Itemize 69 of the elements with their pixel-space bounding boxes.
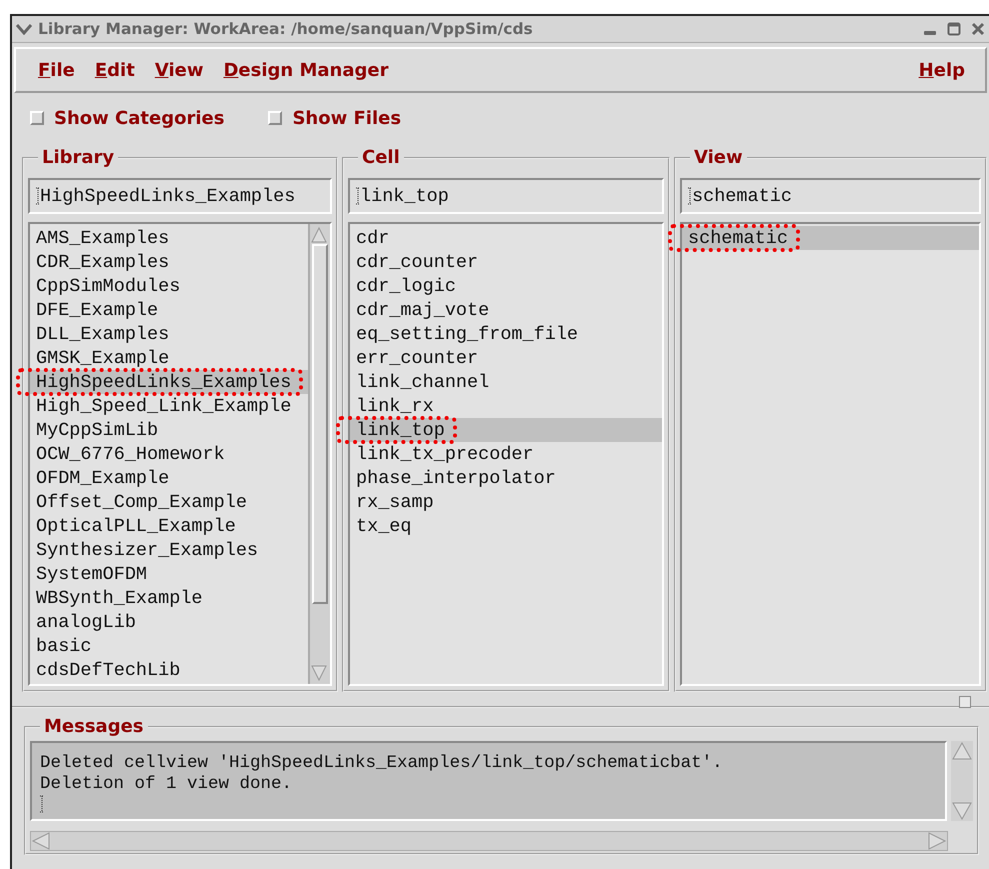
group-title: View [693,147,744,168]
menu-item[interactable]: Edit [86,58,143,82]
list-item[interactable]: err_counter [350,346,662,370]
checkbox[interactable] [30,111,44,125]
input-field[interactable]: schematic [680,178,981,214]
text-cursor-icon [688,187,692,205]
list-item[interactable]: tx_eq [350,514,662,538]
list-item[interactable]: link_channel [350,370,662,394]
up-arrow-icon[interactable] [951,741,973,761]
list-item[interactable]: cdr_counter [350,250,662,274]
list-item[interactable]: Synthesizer_Examples [30,538,308,562]
list-item[interactable]: cdr [350,226,662,250]
text-cursor-icon [36,187,40,205]
down-arrow-icon[interactable] [951,801,973,821]
window-title: Library Manager: WorkArea: /home/sanquan/VppSim/cds [38,20,534,38]
input-field[interactable]: HighSpeedLinks_Examples [28,178,332,214]
list-item[interactable]: phase_interpolator [350,466,662,490]
list-item[interactable]: CDR_Examples [30,250,308,274]
list-item[interactable]: OFDM_Example [30,466,308,490]
list-item[interactable]: link_top [350,418,662,442]
close-icon[interactable] [971,22,985,36]
list-item[interactable]: analogLib [30,610,308,634]
list-item[interactable]: cdsDefTechLib [30,658,308,682]
list-item[interactable]: Offset_Comp_Example [30,490,308,514]
menu-item[interactable]: View [146,58,212,82]
list-item[interactable]: High_Speed_Link_Example [30,394,308,418]
chevron-icon[interactable] [16,23,32,35]
text-cursor-icon [40,795,44,813]
list-item[interactable]: link_rx [350,394,662,418]
scrollbar[interactable] [308,224,330,684]
list-item[interactable]: AMS_Examples [30,226,308,250]
scrollbar[interactable] [30,831,948,851]
list-item[interactable]: GMSK_Example [30,346,308,370]
list-item[interactable]: schematic [682,226,979,250]
list-item[interactable]: MyCppSimLib [30,418,308,442]
list-item[interactable]: basic [30,634,308,658]
list-item[interactable]: cdr_maj_vote [350,298,662,322]
menu-item[interactable]: Help [910,58,973,82]
up-arrow-icon[interactable] [310,226,328,244]
text-cursor-icon [356,187,360,205]
checkbox-label[interactable]: Show Files [292,108,402,128]
sash-handle[interactable] [959,696,971,708]
list-item[interactable]: DLL_Examples [30,322,308,346]
message-line: Deletion of 1 view done. [40,774,294,795]
list-item[interactable]: DFE_Example [30,298,308,322]
menu-item[interactable]: Design Manager [215,58,396,82]
right-arrow-icon[interactable] [927,832,947,850]
input-field[interactable]: link_top [348,178,664,214]
group-title: Library [41,147,116,168]
menu-item[interactable]: File [30,58,83,82]
list-item[interactable]: WBSynth_Example [30,586,308,610]
list-item[interactable]: eq_setting_from_file [350,322,662,346]
list-item[interactable]: cdr_logic [350,274,662,298]
list-item[interactable]: rx_samp [350,490,662,514]
list-item[interactable]: CppSimModules [30,274,308,298]
message-line: Deleted cellview 'HighSpeedLinks_Examples/link_top/schematicbat'. [40,753,724,774]
group-title: Messages [43,716,145,737]
list-item[interactable]: OpticalPLL_Example [30,514,308,538]
list-item[interactable]: OCW_6776_Homework [30,442,308,466]
maximize-icon[interactable] [947,22,961,36]
group-title: Cell [361,147,401,168]
scrollbar[interactable] [951,741,973,821]
checkbox[interactable] [268,111,282,125]
list-item[interactable]: HighSpeedLinks_Examples [30,370,308,394]
checkbox-label[interactable]: Show Categories [54,108,224,128]
list-item[interactable]: SystemOFDM [30,562,308,586]
left-arrow-icon[interactable] [31,832,51,850]
list-item[interactable]: link_tx_precoder [350,442,662,466]
down-arrow-icon[interactable] [310,664,328,682]
